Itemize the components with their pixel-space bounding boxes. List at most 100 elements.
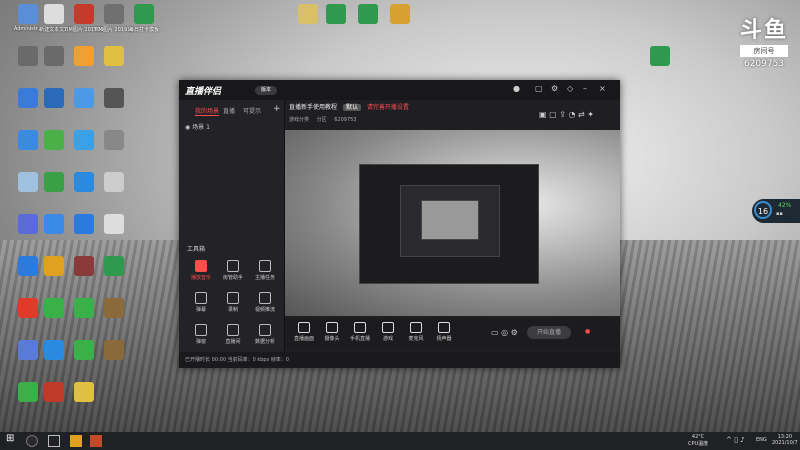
scene-row[interactable]: ◉ 场景 1 <box>185 122 210 131</box>
eye-icon[interactable]: ◉ <box>185 124 190 131</box>
tool-button[interactable]: 主播任务 <box>251 260 279 281</box>
scene-name: 场景 1 <box>192 124 210 131</box>
live-indicator: ● <box>585 328 591 335</box>
close-icon[interactable]: × <box>599 84 606 93</box>
app-icon <box>74 298 94 318</box>
app-icon <box>390 4 410 24</box>
skin-icon[interactable]: ◇ <box>567 84 573 93</box>
search-icon[interactable] <box>26 435 38 447</box>
desktop-icon[interactable] <box>640 46 680 86</box>
desktop-icon[interactable]: 每日打卡模板 <box>124 4 164 44</box>
source-button[interactable]: 摄像头 <box>319 322 345 342</box>
meta-room-id: 6209753 <box>334 117 357 123</box>
tool-button[interactable]: 数据分析 <box>251 324 279 345</box>
tool-button[interactable]: 弹窗 <box>187 324 215 345</box>
input-language[interactable]: ENG <box>756 437 767 443</box>
source-icon <box>382 322 394 333</box>
tool-button[interactable]: 视频推流 <box>251 292 279 313</box>
desktop-icon[interactable] <box>94 46 134 86</box>
performance-ring: 16 <box>754 201 772 219</box>
tool-label: 弹幕 <box>195 307 206 313</box>
tab-live[interactable]: 直播 <box>223 106 235 115</box>
tool-button[interactable]: 房管助手 <box>219 260 247 281</box>
tool-label: 播放音乐 <box>190 275 211 281</box>
add-scene-icon[interactable]: + <box>273 104 281 114</box>
status-text: 已开播时长 00:00 当前码率：0 kbps 帧率：0 <box>185 357 289 363</box>
app-icon <box>74 46 94 66</box>
desktop-icon[interactable] <box>64 382 104 422</box>
tool-icon <box>227 292 239 304</box>
app-titlebar[interactable]: 直播伴侣 版本 ● ▢ ⚙ ◇ – × <box>179 80 620 100</box>
extra-controls-icon[interactable]: ▭ ◎ ⚙ <box>491 328 518 337</box>
tool-button[interactable]: 录制 <box>219 292 247 313</box>
tray-icons[interactable]: ^ ▯ ♪ <box>726 436 745 444</box>
source-icon <box>326 322 338 333</box>
desktop-icon[interactable] <box>94 88 134 128</box>
app-icon <box>44 340 64 360</box>
app-icon <box>44 256 64 276</box>
room-warning[interactable]: 请完善开播设置 <box>367 104 409 111</box>
live-companion-window[interactable]: 直播伴侣 版本 ● ▢ ⚙ ◇ – × 我的场景 直播 可提示 + ◉ 场景 1… <box>179 80 620 368</box>
app-icon <box>74 256 94 276</box>
app-icon <box>74 382 94 402</box>
tool-icon <box>195 292 207 304</box>
source-icon <box>438 322 450 333</box>
room-id: 6209753 <box>743 59 785 69</box>
cpu-percent: 42% <box>778 202 792 209</box>
version-badge[interactable]: 版本 <box>255 86 277 95</box>
explorer-icon[interactable] <box>70 435 82 447</box>
desktop-icon[interactable] <box>94 340 134 380</box>
source-button[interactable]: 扬声器 <box>431 322 457 342</box>
desktop-icon[interactable] <box>94 256 134 296</box>
tool-icon <box>195 324 207 336</box>
app-icon <box>104 214 124 234</box>
meta-area[interactable]: 分区 <box>317 117 327 123</box>
start-live-button[interactable]: 开始直播 <box>527 326 571 339</box>
settings-icon[interactable]: ⚙ <box>551 84 558 93</box>
minimize-icon[interactable]: – <box>583 84 587 93</box>
performance-widget[interactable]: 16 42% ▪▪ <box>752 199 800 223</box>
tool-icon <box>227 324 239 336</box>
tool-button[interactable]: 播放音乐 <box>187 260 215 281</box>
tab-my-scene[interactable]: 我的场景 <box>195 106 220 116</box>
desktop-icon[interactable] <box>94 130 134 170</box>
desktop-icon[interactable] <box>94 298 134 338</box>
tool-label: 视频推流 <box>254 307 275 313</box>
app-icon <box>104 172 124 192</box>
app-icon <box>44 88 64 108</box>
source-button[interactable]: 手机直播 <box>347 322 373 342</box>
message-icon[interactable]: ▢ <box>535 84 543 93</box>
desktop-icon[interactable] <box>380 4 420 44</box>
tool-button[interactable]: 直播间 <box>219 324 247 345</box>
app-icon <box>74 4 94 24</box>
live-preview[interactable] <box>285 130 620 316</box>
source-button[interactable]: 游戏 <box>375 322 401 342</box>
app-icon <box>104 46 124 66</box>
source-button[interactable]: 直播画面 <box>291 322 317 342</box>
app-icon <box>44 4 64 24</box>
tab-hints[interactable]: 可提示 <box>243 106 261 115</box>
toolbar-icons[interactable]: ▣ ▢ ⇪ ◔ ⇄ ✦ <box>539 110 594 119</box>
cpu-temp[interactable]: 42°C CPU温度 <box>688 434 708 447</box>
tool-icon <box>227 260 239 272</box>
start-icon[interactable]: ⊞ <box>6 433 18 445</box>
source-button[interactable]: 麦克风 <box>403 322 429 342</box>
task-view-icon[interactable] <box>48 435 60 447</box>
live-app-icon[interactable] <box>90 435 102 447</box>
app-icon <box>74 130 94 150</box>
room-badge: 默认 <box>342 104 361 111</box>
meta-category[interactable]: 游戏分类 <box>289 117 309 123</box>
tool-button[interactable]: 弹幕 <box>187 292 215 313</box>
status-bar: 已开播时长 00:00 当前码率：0 kbps 帧率：0 <box>179 352 620 368</box>
desktop-icon[interactable] <box>94 214 134 254</box>
app-icon <box>44 172 64 192</box>
desktop-icon[interactable] <box>94 172 134 212</box>
clock[interactable]: 13:20 2021/10/7 <box>772 434 798 446</box>
app-icon <box>44 382 64 402</box>
room-title[interactable]: 直播新手使用教程 <box>289 104 337 111</box>
tools-heading: 工具箱 <box>187 246 206 253</box>
app-icon <box>44 214 64 234</box>
douyu-watermark: 斗鱼 房间号 6209753 <box>739 12 788 69</box>
app-icon <box>104 340 124 360</box>
avatar-icon[interactable]: ● <box>513 84 520 93</box>
